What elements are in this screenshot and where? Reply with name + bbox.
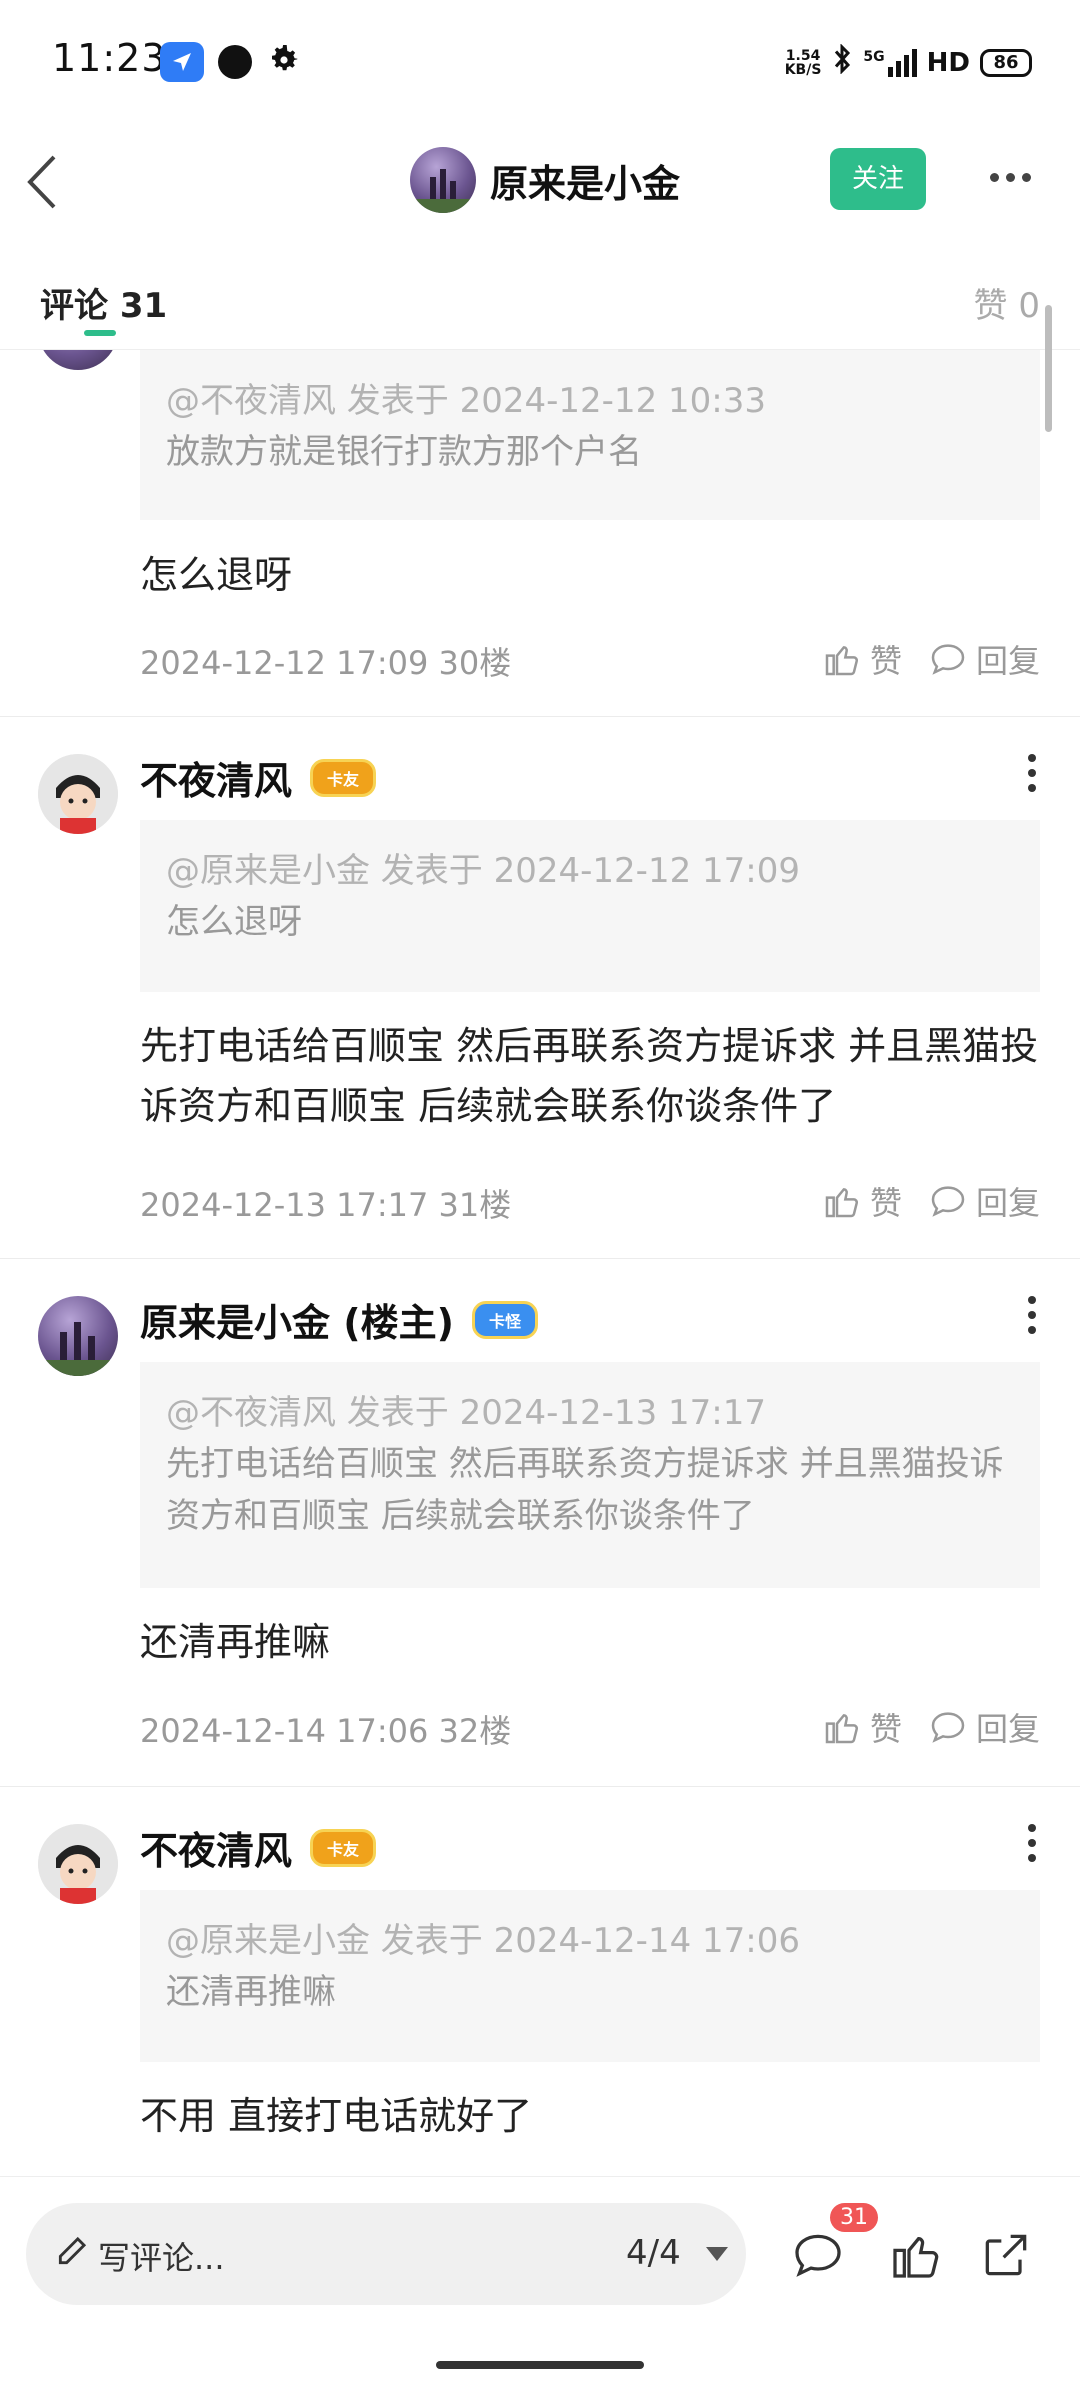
comment-tabs: 评论 31 赞 0 (0, 262, 1080, 350)
signal-icon: 5G (863, 48, 917, 77)
tab-likes[interactable]: 赞 0 (974, 278, 1040, 327)
status-time: 11:23 (52, 36, 167, 80)
quote-header: @原来是小金 发表于 2024-12-12 17:09 (166, 851, 800, 891)
comment-icon[interactable] (790, 2227, 846, 2283)
quote-text: 还清再推嘛 (166, 1972, 336, 2012)
avatar[interactable] (38, 350, 118, 370)
like-button[interactable]: 赞 (822, 636, 902, 682)
tab-indicator (84, 330, 116, 336)
comment-menu-button[interactable] (1028, 1824, 1038, 1869)
comment-meta: 2024-12-12 17:09 30楼 (140, 644, 512, 682)
user-badge: 卡友 (310, 758, 377, 797)
chat-bubble-icon (218, 45, 252, 79)
page-indicator[interactable]: 4/4 (626, 2233, 681, 2273)
comment-text: 先打电话给百顺宝 然后再联系资方提诉求 并且黑猫投诉资方和百顺宝 后续就会联系你… (140, 1024, 1039, 1128)
comment-author[interactable]: 不夜清风 卡友 (140, 750, 377, 805)
share-icon[interactable] (978, 2227, 1034, 2283)
avatar[interactable] (38, 754, 118, 834)
comment-text: 怎么退呀 (140, 553, 293, 597)
comment-author[interactable]: 不夜清风 卡友 (140, 1820, 377, 1875)
comment-meta: 2024-12-14 17:06 32楼 (140, 1712, 512, 1750)
comment-menu-button[interactable] (1028, 1296, 1038, 1341)
thumbs-up-icon (825, 646, 858, 676)
bluetooth-icon (831, 43, 853, 81)
chevron-left-icon (27, 155, 56, 209)
top-nav: 原来是小金 关注 (0, 125, 1080, 240)
quoted-comment: @不夜清风 发表于 2024-12-13 17:17 先打电话给百顺宝 然后再联… (140, 1362, 1040, 1588)
quote-text: 放款方就是银行打款方那个户名 (166, 432, 642, 472)
location-arrow-icon (160, 42, 204, 82)
comment-count-badge: 31 (830, 2203, 878, 2232)
quote-text: 怎么退呀 (166, 902, 302, 942)
thumbs-up-icon (825, 1188, 858, 1218)
user-badge: 卡怪 (471, 1300, 538, 1339)
quote-header: @原来是小金 发表于 2024-12-14 17:06 (166, 1921, 800, 1961)
comment-bubble-icon (931, 1186, 965, 1217)
comment-bubble-icon (931, 644, 965, 675)
more-options-button[interactable] (990, 173, 1031, 182)
battery-icon: 86 (980, 48, 1032, 77)
quote-header: @不夜清风 发表于 2024-12-13 17:17 (166, 1393, 766, 1433)
divider (0, 716, 1080, 717)
comment-author[interactable]: 原来是小金 (楼主) 卡怪 (140, 1292, 538, 1347)
scrollbar[interactable] (1045, 305, 1052, 432)
like-button[interactable]: 赞 (822, 1178, 902, 1224)
divider (0, 1258, 1080, 1259)
comment-menu-button[interactable] (1028, 754, 1038, 799)
like-button[interactable]: 赞 (822, 1704, 902, 1750)
user-badge: 卡友 (310, 1828, 377, 1867)
quote-text: 先打电话给百顺宝 然后再联系资方提诉求 并且黑猫投诉资方和百顺宝 后续就会联系你… (166, 1444, 1004, 1536)
quote-header: @不夜清风 发表于 2024-12-12 10:33 (166, 381, 766, 421)
pencil-icon (58, 2236, 87, 2265)
avatar[interactable] (38, 1296, 118, 1376)
chevron-down-icon[interactable] (706, 2247, 728, 2261)
comment-text: 不用 直接打电话就好了 (140, 2094, 533, 2138)
status-bar: 11:23 1.54 KB/S 5G HD 86 (0, 0, 1080, 125)
net-speed: 1.54 KB/S (784, 47, 822, 78)
comment-bubble-icon (931, 1712, 965, 1743)
quoted-comment: @原来是小金 发表于 2024-12-14 17:06 还清再推嘛 (140, 1890, 1040, 2062)
quoted-comment: @原来是小金 发表于 2024-12-12 17:09 怎么退呀 (140, 820, 1040, 992)
avatar[interactable] (38, 1824, 118, 1904)
author-avatar[interactable] (410, 147, 476, 213)
gear-icon (266, 42, 302, 82)
back-button[interactable] (22, 147, 82, 217)
thumbs-up-icon (825, 1714, 858, 1744)
thumbs-up-icon[interactable] (888, 2227, 944, 2283)
reply-button[interactable]: 回复 (928, 1178, 1040, 1224)
page-title: 原来是小金 (490, 162, 681, 206)
home-indicator[interactable] (436, 2361, 644, 2369)
write-comment-input[interactable]: 写评论... 4/4 (26, 2203, 746, 2305)
tab-comments[interactable]: 评论 31 (40, 278, 167, 327)
comment-meta: 2024-12-13 17:17 31楼 (140, 1186, 512, 1224)
reply-button[interactable]: 回复 (928, 636, 1040, 682)
hd-label: HD (926, 47, 970, 78)
reply-button[interactable]: 回复 (928, 1704, 1040, 1750)
divider (0, 1786, 1080, 1787)
comment-feed: @不夜清风 发表于 2024-12-12 10:33 放款方就是银行打款方那个户… (0, 350, 1080, 2175)
quoted-comment: @不夜清风 发表于 2024-12-12 10:33 放款方就是银行打款方那个户… (140, 350, 1040, 520)
follow-button[interactable]: 关注 (830, 148, 926, 210)
write-comment-placeholder: 写评论... (98, 2239, 225, 2277)
comment-text: 还清再推嘛 (140, 1620, 331, 1664)
